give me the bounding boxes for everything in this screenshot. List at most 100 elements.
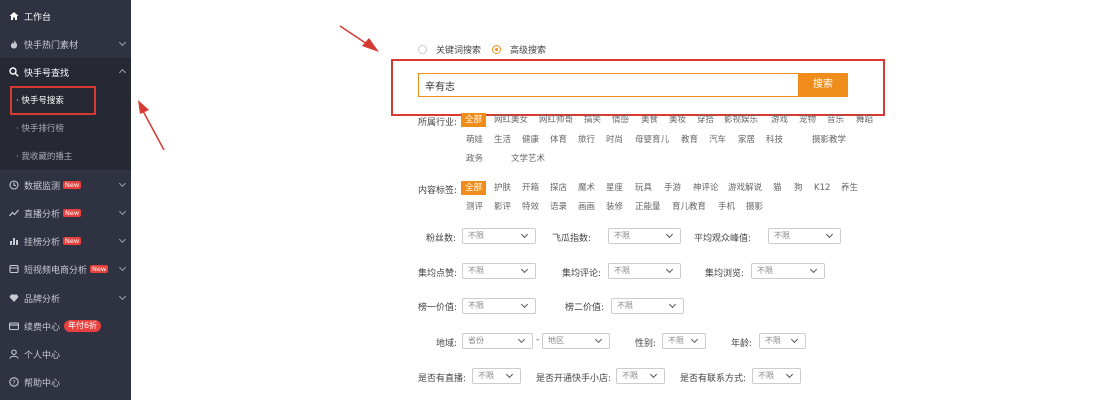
filter-tag[interactable]: 游戏解说 xyxy=(728,181,762,195)
sidebar-subitem-favorites[interactable]: · 我收藏的播主 xyxy=(0,142,131,170)
filter-tag[interactable]: 生活 xyxy=(494,133,511,147)
filter-tag[interactable]: 装修 xyxy=(606,200,623,214)
filter-tag[interactable]: 玩具 xyxy=(635,181,652,195)
filter-tag[interactable]: 开箱 xyxy=(522,181,539,195)
sidebar-item-renewal[interactable]: 续费中心 年付6折 xyxy=(0,312,131,340)
sidebar-item-brand-analysis[interactable]: 品牌分析 xyxy=(0,284,131,312)
filter-tag[interactable]: 测评 xyxy=(466,200,483,214)
area-select[interactable]: 地区 xyxy=(542,333,610,349)
chevron-down-icon xyxy=(690,335,699,344)
filter-tag[interactable]: 舞蹈 xyxy=(856,113,873,127)
search-icon xyxy=(8,67,19,78)
select-value: 不限 xyxy=(765,336,781,345)
filter-tag[interactable]: K12 xyxy=(814,181,830,195)
radio-dot xyxy=(418,45,427,54)
filter-tag[interactable]: 文学艺术 xyxy=(511,152,545,166)
chevron-down-icon xyxy=(118,207,127,216)
filter-tag[interactable]: 星座 xyxy=(606,181,623,195)
filter-tag[interactable]: 画画 xyxy=(578,200,595,214)
sidebar-item-monitor[interactable]: 数据监测 New xyxy=(0,171,131,199)
filter-tag[interactable]: 网红美女 xyxy=(494,113,528,127)
sidebar-item-profile[interactable]: 个人中心 xyxy=(0,340,131,368)
select-value: 不限 xyxy=(614,231,630,240)
sidebar-item-label: 续费中心 xyxy=(24,322,61,333)
filter-tag[interactable]: 科技 xyxy=(766,133,783,147)
select-value: 地区 xyxy=(548,336,564,345)
age-select[interactable]: 不限 xyxy=(759,333,806,349)
filter-tag[interactable]: 摄影 xyxy=(746,200,763,214)
sidebar-item-label: 挂榜分析 xyxy=(24,237,61,248)
rank2-value-label: 榜二价值: xyxy=(565,303,605,313)
radio-advanced-search[interactable]: 高级搜索 xyxy=(492,43,546,56)
filter-tag[interactable]: 影评 xyxy=(494,200,511,214)
filter-tag[interactable]: 特效 xyxy=(522,200,539,214)
filter-tag[interactable]: 育儿教育 xyxy=(672,200,706,214)
filter-tag[interactable]: 探店 xyxy=(550,181,567,195)
filter-tag[interactable]: 影视娱乐 xyxy=(724,113,758,127)
filter-tag[interactable]: 萌娃 xyxy=(466,133,483,147)
filter-tag[interactable]: 教育 xyxy=(681,133,698,147)
sidebar: 工作台 快手热门素材 快手号查找 · 快手号搜索 · 快手排行榜 · 我收藏的播… xyxy=(0,0,131,400)
sidebar-item-live-analysis[interactable]: 直播分析 New xyxy=(0,199,131,227)
filter-tag[interactable]: 音乐 xyxy=(827,113,844,127)
filter-tag[interactable]: 游戏 xyxy=(771,113,788,127)
filter-tag[interactable]: 家居 xyxy=(738,133,755,147)
filter-tag[interactable]: 穿搭 xyxy=(697,113,714,127)
rank1-value-select[interactable]: 不限 xyxy=(462,298,536,314)
filter-tag[interactable]: 全部 xyxy=(461,181,487,195)
filter-tag[interactable]: 母婴育儿 xyxy=(635,133,669,147)
cart-icon xyxy=(8,264,19,275)
filter-tag[interactable]: 体育 xyxy=(550,133,567,147)
filter-tag[interactable]: 护肤 xyxy=(494,181,511,195)
has-contact-label: 是否有联系方式: xyxy=(680,374,747,384)
filter-tag[interactable]: 宠物 xyxy=(799,113,816,127)
filter-tag[interactable]: 政务 xyxy=(466,152,483,166)
radio-keyword-search[interactable]: 关键词搜索 xyxy=(418,43,481,56)
sidebar-item-rank-analysis[interactable]: 挂榜分析 New xyxy=(0,227,131,255)
filter-tag[interactable]: 搞笑 xyxy=(584,113,601,127)
gender-select[interactable]: 不限 xyxy=(662,333,706,349)
has-contact-select[interactable]: 不限 xyxy=(752,368,801,384)
sidebar-item-help[interactable]: ? 帮助中心 xyxy=(0,368,131,396)
filter-tag[interactable]: 时尚 xyxy=(606,133,623,147)
filter-tag[interactable]: 神评论 xyxy=(693,181,719,195)
province-select[interactable]: 省份 xyxy=(462,333,533,349)
has-live-select[interactable]: 不限 xyxy=(472,368,521,384)
search-input[interactable] xyxy=(418,73,799,97)
filter-tag[interactable]: 魔术 xyxy=(578,181,595,195)
filter-tag[interactable]: 语录 xyxy=(550,200,567,214)
filter-tag[interactable]: 旅行 xyxy=(578,133,595,147)
search-button[interactable]: 搜索 xyxy=(798,73,848,97)
select-value: 不限 xyxy=(617,301,633,310)
sidebar-subitem-ranking[interactable]: · 快手排行榜 xyxy=(0,114,131,142)
filter-tag[interactable]: 汽车 xyxy=(709,133,726,147)
filter-tag[interactable]: 养生 xyxy=(841,181,858,195)
feigua-index-select[interactable]: 不限 xyxy=(608,228,681,244)
sidebar-item-account-search[interactable]: 快手号查找 xyxy=(0,58,131,86)
rank2-value-select[interactable]: 不限 xyxy=(611,298,684,314)
filter-tag[interactable]: 正能量 xyxy=(635,200,661,214)
sidebar-item-ecommerce-analysis[interactable]: 短视频电商分析 New xyxy=(0,255,131,283)
fans-select[interactable]: 不限 xyxy=(462,228,536,244)
avg-view-select[interactable]: 不限 xyxy=(751,263,825,279)
sidebar-item-hot-material[interactable]: 快手热门素材 xyxy=(0,30,131,58)
avg-comment-select[interactable]: 不限 xyxy=(608,263,681,279)
filter-tag[interactable]: 猫 xyxy=(773,181,782,195)
peak-viewers-select[interactable]: 不限 xyxy=(768,228,841,244)
filter-tag[interactable]: 美食 xyxy=(641,113,658,127)
sidebar-item-workbench[interactable]: 工作台 xyxy=(0,2,131,30)
fire-icon xyxy=(8,39,19,50)
filter-tag[interactable]: 全部 xyxy=(461,113,487,127)
sidebar-item-label: 帮助中心 xyxy=(24,378,61,389)
new-badge: New xyxy=(90,265,109,273)
has-shop-select[interactable]: 不限 xyxy=(616,368,665,384)
filter-tag[interactable]: 手机 xyxy=(718,200,735,214)
filter-tag[interactable]: 手游 xyxy=(664,181,681,195)
filter-tag[interactable]: 健康 xyxy=(522,133,539,147)
filter-tag[interactable]: 摄影教学 xyxy=(812,133,846,147)
filter-tag[interactable]: 美妆 xyxy=(669,113,686,127)
filter-tag[interactable]: 网红帅哥 xyxy=(539,113,573,127)
filter-tag[interactable]: 狗 xyxy=(794,181,803,195)
filter-tag[interactable]: 情感 xyxy=(612,113,629,127)
avg-like-select[interactable]: 不限 xyxy=(462,263,536,279)
